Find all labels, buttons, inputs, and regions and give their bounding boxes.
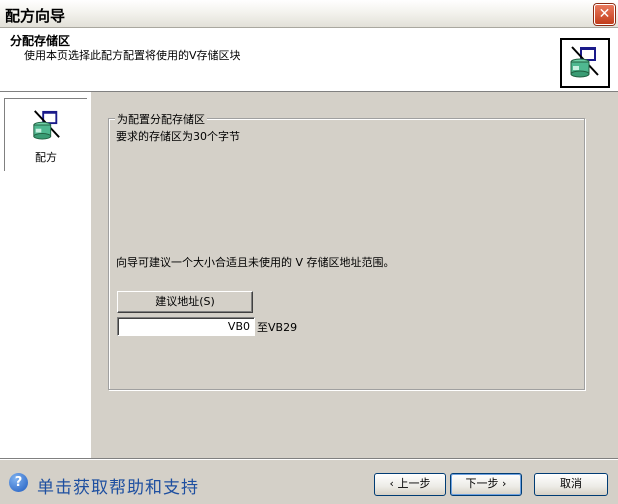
sidebar-item-recipe[interactable]: 配方 xyxy=(4,98,87,171)
recipe-icon xyxy=(33,110,60,140)
suggest-address-button[interactable]: 建议地址(S) xyxy=(117,291,253,313)
help-link[interactable]: 单击获取帮助和支持 xyxy=(37,473,199,498)
footer-divider xyxy=(0,458,618,460)
next-button[interactable]: 下一步 › xyxy=(450,473,522,496)
page-description: 使用本页选择此配方配置将使用的V存储区块 xyxy=(24,49,241,62)
required-memory-text: 要求的存储区为30个字节 xyxy=(116,130,240,143)
address-range-end: 至VB29 xyxy=(257,321,298,334)
cancel-button[interactable]: 取消 xyxy=(534,473,608,496)
sidebar: 配方 xyxy=(0,92,91,458)
title-bar: 配方向导 ✕ xyxy=(0,0,618,28)
back-button[interactable]: ‹ 上一步 xyxy=(374,473,446,496)
window-title: 配方向导 xyxy=(5,7,66,25)
groupbox-title: 为配置分配存储区 xyxy=(115,111,207,127)
close-button[interactable]: ✕ xyxy=(594,4,615,25)
help-icon[interactable]: ? xyxy=(9,473,28,492)
page-header: 分配存储区 使用本页选择此配方配置将使用的V存储区块 xyxy=(0,28,618,92)
header-recipe-icon-box xyxy=(560,38,610,88)
address-input[interactable]: VB0 xyxy=(117,317,255,336)
recipe-icon xyxy=(570,46,599,78)
suggestion-hint-text: 向导可建议一个大小合适且未使用的 V 存储区地址范围。 xyxy=(116,256,395,269)
main-panel: 为配置分配存储区 要求的存储区为30个字节 向导可建议一个大小合适且未使用的 V… xyxy=(91,92,618,458)
sidebar-item-label: 配方 xyxy=(35,151,57,164)
close-icon: ✕ xyxy=(598,6,611,22)
